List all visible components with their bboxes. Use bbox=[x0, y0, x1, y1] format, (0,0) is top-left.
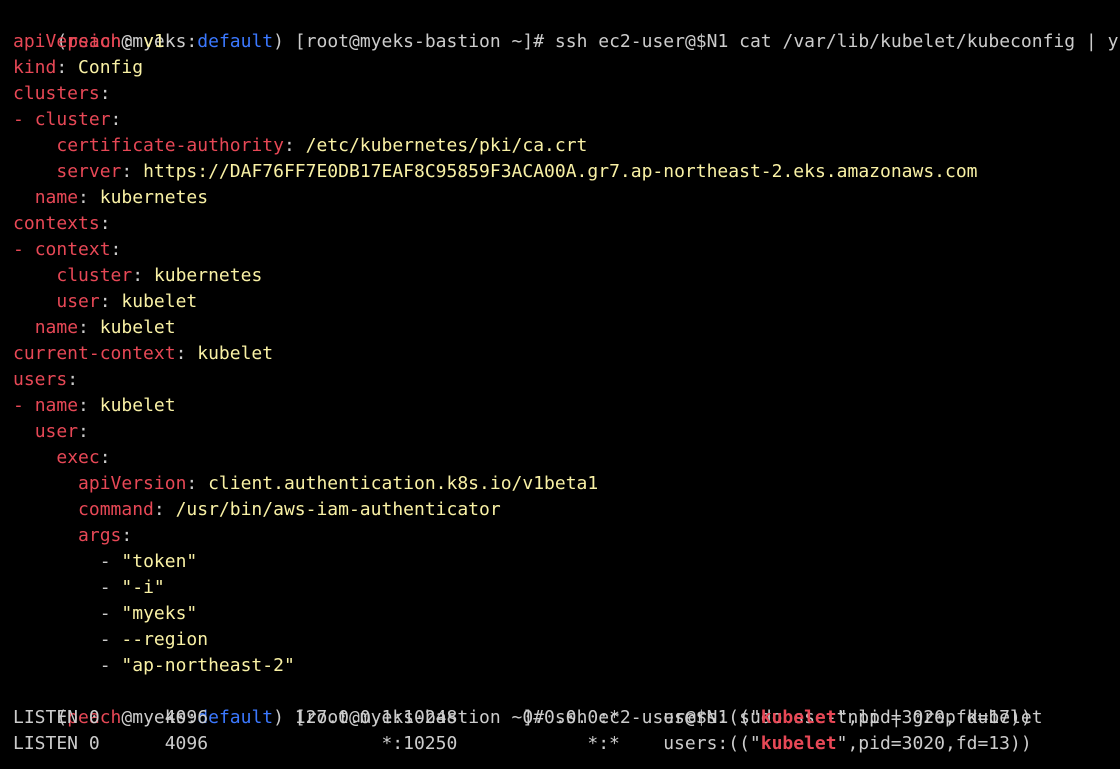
prompt-close: ) bbox=[273, 31, 284, 52]
yaml-key: apiVersion bbox=[13, 31, 122, 52]
yaml-value: Config bbox=[78, 57, 144, 78]
yaml-dash: - bbox=[99, 603, 122, 624]
yaml-key: name bbox=[34, 317, 79, 338]
yaml-arg-line: - "ap-northeast-2" bbox=[13, 653, 1120, 679]
yaml-key: apiVersion bbox=[78, 473, 187, 494]
yaml-dash: - bbox=[99, 655, 122, 676]
yaml-dash: - bbox=[99, 551, 122, 572]
yaml-value: kubelet bbox=[121, 291, 198, 312]
yaml-arg: "-i" bbox=[121, 577, 165, 598]
prompt-host: [root@myeks-bastion ~]# bbox=[283, 31, 555, 52]
yaml-arg: --region bbox=[121, 629, 209, 650]
yaml-line: user: kubelet bbox=[56, 291, 198, 312]
yaml-line: certificate-authority: /etc/kubernetes/p… bbox=[56, 135, 588, 156]
yaml-value: /usr/bin/aws-iam-authenticator bbox=[175, 499, 501, 520]
ss-row-prefix: LISTEN 0 4096 127.0.0.1:10248 0.0.0.0:* … bbox=[13, 707, 761, 728]
yaml-line: user: bbox=[34, 421, 89, 442]
yaml-key: clusters bbox=[13, 83, 100, 104]
yaml-line: args: bbox=[78, 525, 133, 546]
ss-row-suffix: ",pid=3020,fd=17)) bbox=[836, 707, 1032, 728]
yaml-key: user bbox=[56, 291, 100, 312]
yaml-value: v1 bbox=[143, 31, 165, 52]
yaml-dash: - bbox=[99, 629, 122, 650]
prompt-namespace: default bbox=[197, 31, 274, 52]
yaml-key: cluster bbox=[34, 109, 111, 130]
yaml-value: client.authentication.k8s.io/v1beta1 bbox=[208, 473, 599, 494]
yaml-key: args bbox=[78, 525, 122, 546]
yaml-line: apiVersion: client.authentication.k8s.io… bbox=[78, 473, 599, 494]
yaml-line: users: bbox=[13, 369, 79, 390]
yaml-dash: - bbox=[13, 239, 35, 260]
yaml-value: kubelet bbox=[99, 395, 176, 416]
yaml-line: command: /usr/bin/aws-iam-authenticator bbox=[78, 499, 501, 520]
yaml-line: kind: Config bbox=[13, 57, 144, 78]
yaml-line: server: https://DAF76FF7E0DB17EAF8C95859… bbox=[56, 161, 978, 182]
ss-row-suffix: ",pid=3020,fd=13)) bbox=[836, 733, 1032, 754]
prompt-line-3: (peach@myeks:default) [root@myeks-bastio… bbox=[13, 757, 1120, 769]
yaml-value: kubelet bbox=[197, 343, 274, 364]
yaml-line: cluster: kubernetes bbox=[56, 265, 263, 286]
yaml-value: https://DAF76FF7E0DB17EAF8C95859F3ACA00A… bbox=[143, 161, 978, 182]
yaml-arg: "token" bbox=[121, 551, 198, 572]
yaml-line: name: kubernetes bbox=[34, 187, 209, 208]
yaml-key: name bbox=[34, 395, 79, 416]
yaml-dash: - bbox=[99, 577, 122, 598]
yaml-arg-line: - "myeks" bbox=[13, 601, 1120, 627]
yaml-arg: "ap-northeast-2" bbox=[121, 655, 295, 676]
yaml-value: kubelet bbox=[99, 317, 176, 338]
ss-output-row: LISTEN 0 4096 *:10250 *:* users:(("kubel… bbox=[13, 731, 1120, 757]
yaml-value: kubernetes bbox=[99, 187, 209, 208]
ss-row-prefix: LISTEN 0 4096 *:10250 *:* users:((" bbox=[13, 733, 761, 754]
yaml-arg-line: - "token" bbox=[13, 549, 1120, 575]
yaml-key: kind bbox=[13, 57, 57, 78]
command-text: ssh ec2-user@$N1 cat /var/lib/kubelet/ku… bbox=[554, 31, 1120, 52]
yaml-arg-line: - --region bbox=[13, 627, 1120, 653]
yaml-line: clusters: bbox=[13, 83, 111, 104]
yaml-key: name bbox=[34, 187, 79, 208]
yaml-line: exec: bbox=[56, 447, 111, 468]
terminal-window[interactable]: (peach@myeks:default) [root@myeks-bastio… bbox=[13, 3, 1120, 763]
yaml-value: /etc/kubernetes/pki/ca.crt bbox=[305, 135, 588, 156]
yaml-dash: - bbox=[13, 109, 35, 130]
yaml-dash: - bbox=[13, 395, 35, 416]
prompt-colon: : bbox=[186, 31, 198, 52]
yaml-key: command bbox=[78, 499, 154, 520]
ss-row-highlight: kubelet bbox=[760, 707, 837, 728]
yaml-key: current-context bbox=[13, 343, 176, 364]
yaml-line: contexts: bbox=[13, 213, 111, 234]
yaml-key: user bbox=[34, 421, 79, 442]
yaml-line: current-context: kubelet bbox=[13, 343, 274, 364]
prompt-line-2: (peach@myeks:default) [root@myeks-bastio… bbox=[13, 679, 1120, 728]
yaml-key: contexts bbox=[13, 213, 100, 234]
yaml-key: context bbox=[34, 239, 111, 260]
ss-row-highlight: kubelet bbox=[760, 733, 837, 754]
yaml-key: certificate-authority bbox=[56, 135, 284, 156]
yaml-arg-line: - "-i" bbox=[13, 575, 1120, 601]
yaml-key: exec bbox=[56, 447, 100, 468]
yaml-line: - context: bbox=[13, 239, 122, 260]
yaml-key: cluster bbox=[56, 265, 133, 286]
yaml-key: users bbox=[13, 369, 68, 390]
prompt-line-1: (peach@myeks:default) [root@myeks-bastio… bbox=[13, 3, 1120, 52]
ss-output-row: LISTEN 0 4096 127.0.0.1:10248 0.0.0.0:* … bbox=[13, 705, 1120, 731]
yaml-key: server bbox=[56, 161, 122, 182]
yaml-value: kubernetes bbox=[153, 265, 263, 286]
yaml-line: - name: kubelet bbox=[13, 395, 176, 416]
yaml-line: - cluster: bbox=[13, 109, 122, 130]
yaml-arg: "myeks" bbox=[121, 603, 198, 624]
yaml-line: name: kubelet bbox=[34, 317, 176, 338]
